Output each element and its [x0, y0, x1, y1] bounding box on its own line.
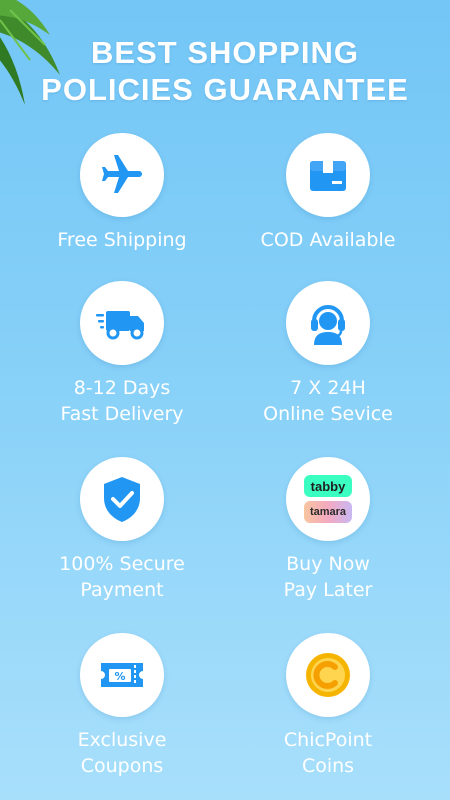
policy-label: ChicPoint Coins: [228, 727, 428, 779]
policy-exclusive-coupons: % Exclusive Coupons: [22, 633, 222, 779]
delivery-truck-icon: [96, 311, 144, 340]
title-line-2: POLICIES GUARANTEE: [41, 72, 409, 107]
airplane-icon: [102, 155, 142, 193]
package-box-icon: [310, 161, 346, 191]
policy-label-line1: Free Shipping: [57, 229, 187, 251]
icon-circle: [286, 133, 370, 217]
policy-secure-payment: 100% Secure Payment: [22, 457, 222, 603]
policy-label-line1: 7 X 24H: [290, 377, 366, 399]
icon-circle: [80, 457, 164, 541]
coin-icon: [306, 653, 350, 697]
coupon-ticket-icon: %: [101, 663, 143, 687]
policy-label-line2: Pay Later: [283, 579, 373, 601]
policy-label-line2: Online Sevice: [263, 403, 393, 425]
policy-cod-available: COD Available: [228, 133, 428, 253]
policy-label-line1: COD Available: [260, 229, 396, 251]
icon-circle: tabby tamara: [286, 457, 370, 541]
tabby-logo: tabby: [304, 475, 352, 497]
policy-label: 7 X 24H Online Sevice: [228, 375, 428, 427]
policy-fast-delivery: 8-12 Days Fast Delivery: [22, 281, 222, 427]
policy-label-line1: 100% Secure: [59, 553, 185, 575]
policy-label: 100% Secure Payment: [22, 551, 222, 603]
icon-circle: [80, 281, 164, 365]
svg-text:%: %: [114, 670, 125, 683]
policy-label: 8-12 Days Fast Delivery: [22, 375, 222, 427]
tamara-logo: tamara: [304, 501, 352, 523]
policy-label-line2: Coins: [301, 755, 355, 777]
title-line-1: BEST SHOPPING: [91, 35, 359, 70]
page-title: BEST SHOPPING POLICIES GUARANTEE: [0, 34, 450, 108]
policy-label: Exclusive Coupons: [22, 727, 222, 779]
shield-check-icon: [104, 477, 140, 522]
customer-service-headset-icon: [311, 305, 345, 345]
icon-circle: [80, 133, 164, 217]
policy-free-shipping: Free Shipping: [22, 133, 222, 253]
policy-label-line2: Payment: [80, 579, 164, 601]
policy-label: Buy Now Pay Later: [228, 551, 428, 603]
policy-label-line2: Fast Delivery: [60, 403, 184, 425]
icon-circle: [286, 633, 370, 717]
policy-label: COD Available: [228, 227, 428, 253]
icon-circle: [286, 281, 370, 365]
policy-label-line1: ChicPoint: [283, 729, 373, 751]
policy-online-service: 7 X 24H Online Sevice: [228, 281, 428, 427]
policy-label-line1: Exclusive: [77, 729, 167, 751]
policy-label-line1: Buy Now: [286, 553, 370, 575]
policy-chicpoint-coins: ChicPoint Coins: [228, 633, 428, 779]
policy-label: Free Shipping: [22, 227, 222, 253]
policy-label-line1: 8-12 Days: [73, 377, 171, 399]
icon-circle: %: [80, 633, 164, 717]
policy-buy-now-pay-later: tabby tamara Buy Now Pay Later: [228, 457, 428, 603]
policy-label-line2: Coupons: [80, 755, 164, 777]
